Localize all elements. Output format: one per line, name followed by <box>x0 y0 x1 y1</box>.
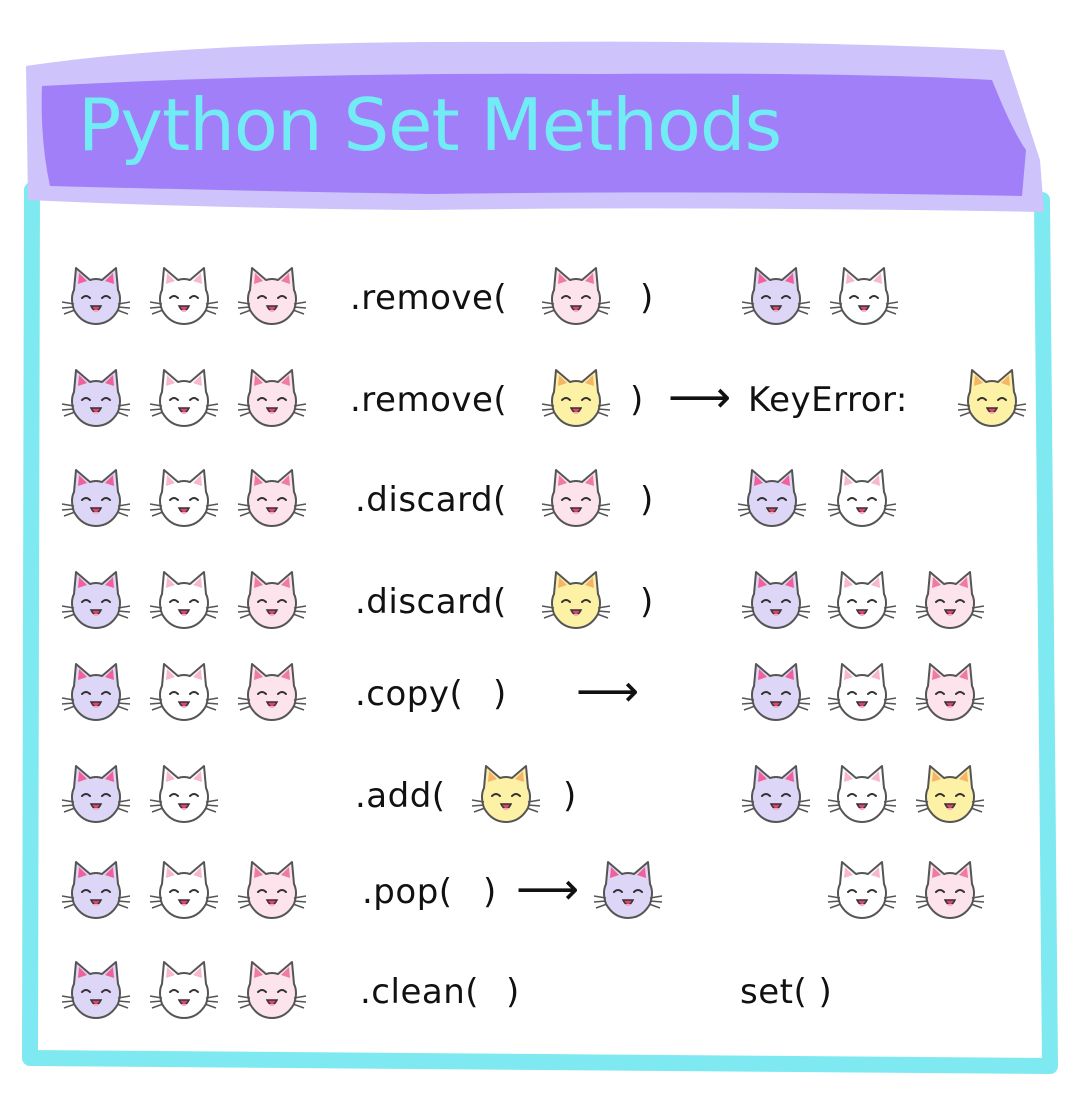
page-title: Python Set Methods <box>78 83 782 167</box>
cat-purple-icon <box>60 568 132 632</box>
cat-white-icon <box>826 660 898 724</box>
cat-white-icon <box>826 858 898 922</box>
closing-paren: ) <box>483 872 497 912</box>
method-row: .add( ) <box>0 756 1080 836</box>
method-name: .add( <box>355 776 446 816</box>
cat-purple-icon <box>740 568 812 632</box>
method-row: .remove( ) ⟶ KeyError: <box>0 360 1080 440</box>
method-name: .pop( <box>362 872 453 912</box>
result-text: set( ) <box>740 972 833 1012</box>
cat-pink-icon <box>236 264 308 328</box>
cat-pink-icon <box>540 264 612 328</box>
closing-paren: ) <box>640 480 654 520</box>
cat-pink-icon <box>914 858 986 922</box>
method-row: .copy() ⟶ <box>0 654 1080 734</box>
cat-white-icon <box>148 568 220 632</box>
cat-white-icon <box>148 858 220 922</box>
cat-yellow-icon <box>540 568 612 632</box>
cat-purple-icon <box>592 858 664 922</box>
cat-white-icon <box>148 366 220 430</box>
method-row: .remove( ) <box>0 258 1080 338</box>
cat-purple-icon <box>60 958 132 1022</box>
cat-purple-icon <box>60 762 132 826</box>
method-name: .remove( <box>350 278 508 318</box>
arrow-icon: ⟶ <box>516 864 580 915</box>
method-name: .clean( <box>360 972 480 1012</box>
cat-white-icon <box>148 660 220 724</box>
cat-white-icon <box>148 264 220 328</box>
closing-paren: ) <box>493 674 507 714</box>
method-name: .discard( <box>355 582 507 622</box>
cat-pink-icon <box>236 568 308 632</box>
cat-purple-icon <box>740 264 812 328</box>
cat-pink-icon <box>540 466 612 530</box>
cat-purple-icon <box>60 466 132 530</box>
cat-white-icon <box>828 264 900 328</box>
cat-white-icon <box>148 958 220 1022</box>
cat-purple-icon <box>60 660 132 724</box>
closing-paren: ) <box>630 380 644 420</box>
cat-purple-icon <box>736 466 808 530</box>
cat-yellow-icon <box>914 762 986 826</box>
cat-white-icon <box>826 466 898 530</box>
method-name: .remove( <box>350 380 508 420</box>
cat-purple-icon <box>60 858 132 922</box>
cat-pink-icon <box>236 958 308 1022</box>
cat-pink-icon <box>914 660 986 724</box>
cat-pink-icon <box>236 660 308 724</box>
cat-purple-icon <box>740 660 812 724</box>
cat-pink-icon <box>236 466 308 530</box>
method-row: .discard( ) <box>0 460 1080 540</box>
closing-paren: ) <box>640 582 654 622</box>
cat-purple-icon <box>60 264 132 328</box>
method-row: .pop() ⟶ <box>0 852 1080 932</box>
cat-white-icon <box>826 762 898 826</box>
cat-purple-icon <box>740 762 812 826</box>
cat-white-icon <box>826 568 898 632</box>
method-name: .copy( <box>355 674 464 714</box>
closing-paren: ) <box>563 776 577 816</box>
cat-yellow-icon <box>540 366 612 430</box>
cat-white-icon <box>148 762 220 826</box>
arrow-icon: ⟶ <box>576 666 640 717</box>
cat-white-icon <box>148 466 220 530</box>
closing-paren: ) <box>640 278 654 318</box>
closing-paren: ) <box>506 972 520 1012</box>
arrow-icon: ⟶ <box>668 372 732 423</box>
result-text: KeyError: <box>748 380 908 420</box>
cat-pink-icon <box>236 366 308 430</box>
cat-purple-icon <box>60 366 132 430</box>
cat-yellow-icon <box>956 366 1028 430</box>
cat-yellow-icon <box>470 762 542 826</box>
cat-pink-icon <box>914 568 986 632</box>
method-row: .clean() set( ) <box>0 952 1080 1032</box>
method-row: .discard( ) <box>0 562 1080 642</box>
cat-pink-icon <box>236 858 308 922</box>
method-name: .discard( <box>355 480 507 520</box>
